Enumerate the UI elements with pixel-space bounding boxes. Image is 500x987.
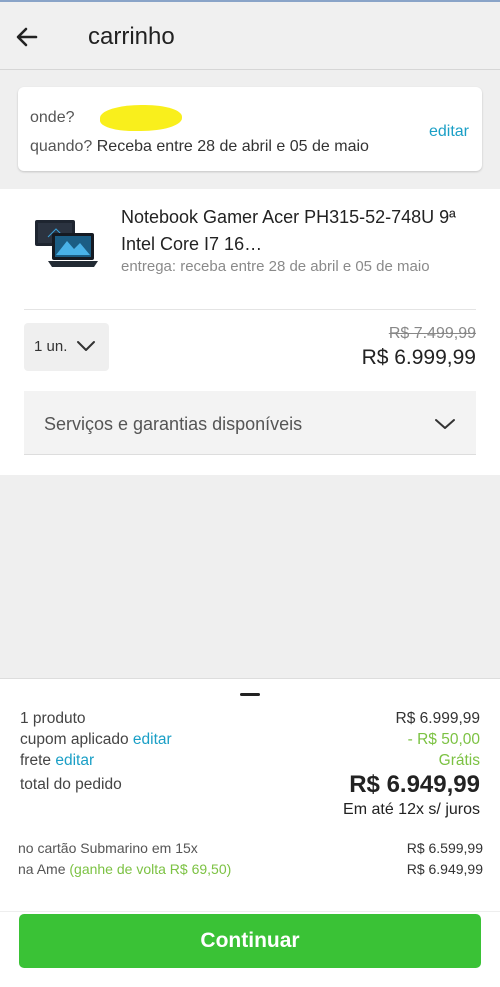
when-label: quando? — [30, 138, 93, 155]
page-title: carrinho — [88, 23, 175, 50]
redacted-address — [100, 105, 182, 131]
total-value: R$ 6.949,99 — [349, 771, 480, 798]
edit-coupon-link[interactable]: editar — [133, 731, 172, 748]
current-price: R$ 6.999,99 — [361, 346, 476, 369]
product-delivery: entrega: receba entre 28 de abril e 05 d… — [121, 258, 430, 275]
products-label: 1 produto — [20, 710, 86, 727]
order-summary: 1 produto R$ 6.999,99 cupom aplicado edi… — [0, 678, 500, 987]
continue-button[interactable]: Continuar — [19, 914, 481, 968]
shipping-value: Grátis — [438, 752, 480, 769]
product-image[interactable] — [34, 219, 100, 271]
divider — [0, 911, 500, 912]
card-label: no cartão Submarino em 15x — [18, 840, 198, 856]
shipping-label-wrap: frete editar — [20, 752, 94, 770]
when-row: quando? Receba entre 28 de abril e 05 de… — [30, 138, 369, 156]
old-price: R$ 7.499,99 — [388, 325, 476, 342]
sheet-handle[interactable] — [240, 693, 260, 696]
chevron-down-icon — [435, 419, 455, 429]
arrow-left-icon[interactable] — [14, 24, 40, 50]
card-value: R$ 6.599,99 — [406, 840, 483, 856]
ame-value: R$ 6.949,99 — [406, 861, 483, 877]
ame-label: na Ame — [18, 861, 66, 877]
installments-text: Em até 12x s/ juros — [343, 801, 480, 818]
chevron-down-icon — [77, 341, 95, 351]
delivery-info-card: onde? quando? Receba entre 28 de abril e… — [18, 87, 482, 171]
coupon-value: - R$ 50,00 — [407, 731, 480, 748]
ame-label-wrap: na Ame (ganhe de volta R$ 69,50) — [18, 861, 231, 877]
products-value: R$ 6.999,99 — [395, 710, 480, 727]
cart-item: Notebook Gamer Acer PH315-52-748U 9ª Int… — [0, 189, 500, 475]
quantity-value: 1 un. — [34, 338, 68, 355]
edit-shipping-link[interactable]: editar — [55, 752, 94, 769]
shipping-label: frete — [20, 752, 52, 769]
coupon-label-wrap: cupom aplicado editar — [20, 731, 172, 749]
coupon-label: cupom aplicado — [20, 731, 129, 748]
where-label: onde? — [30, 109, 75, 126]
ame-cashback: (ganhe de volta R$ 69,50) — [69, 861, 232, 877]
edit-delivery-link[interactable]: editar — [429, 123, 469, 141]
total-label: total do pedido — [20, 776, 122, 793]
when-value: Receba entre 28 de abril e 05 de maio — [96, 138, 369, 155]
services-label: Serviços e garantias disponíveis — [44, 414, 303, 434]
top-bar: carrinho — [0, 0, 500, 70]
divider — [24, 309, 476, 310]
product-name[interactable]: Notebook Gamer Acer PH315-52-748U 9ª Int… — [121, 204, 481, 258]
services-dropdown[interactable]: Serviços e garantias disponíveis — [24, 391, 476, 455]
quantity-select[interactable]: 1 un. — [24, 323, 109, 371]
